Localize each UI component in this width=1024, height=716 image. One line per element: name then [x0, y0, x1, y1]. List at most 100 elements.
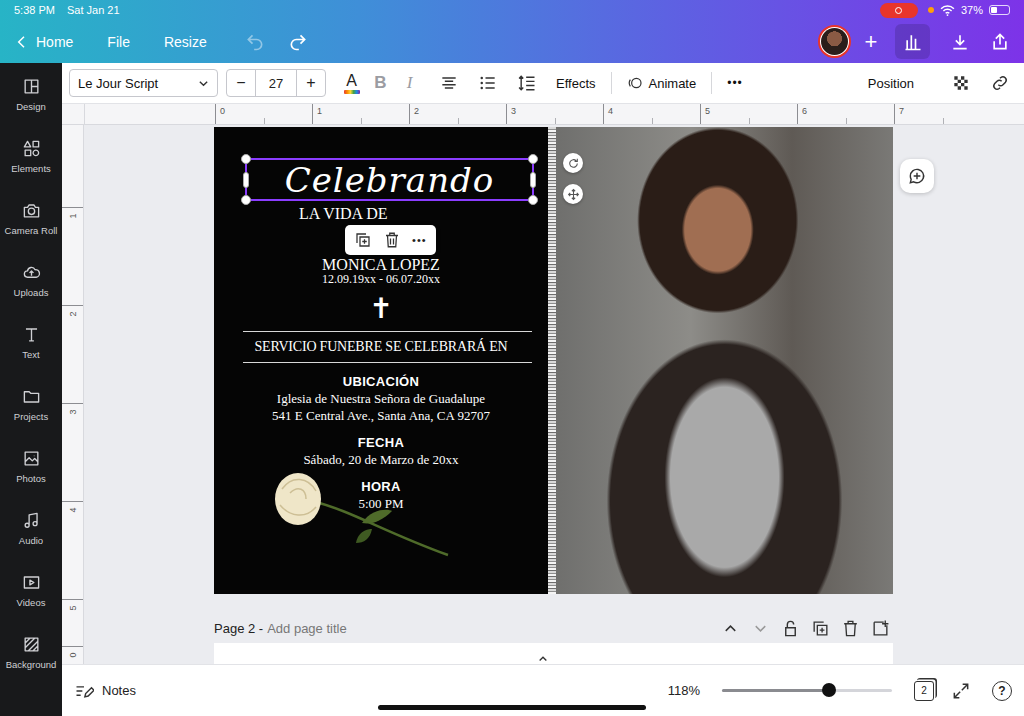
status-time: 5:38 PM — [14, 4, 55, 16]
animate-button[interactable]: Animate — [623, 75, 701, 91]
resize-handle[interactable] — [241, 195, 251, 205]
dates-text[interactable]: 12.09.19xx - 06.07.20xx — [322, 272, 440, 286]
sidebar-item[interactable]: Camera Roll — [0, 187, 62, 249]
transparency-checker-icon[interactable] — [947, 73, 975, 93]
mic-dot-icon — [928, 7, 934, 13]
pages-drawer-handle[interactable] — [513, 653, 573, 664]
rotate-handle[interactable] — [563, 153, 583, 173]
sidebar: DesignElementsCamera RollUploadsTextProj… — [0, 63, 62, 716]
lock-icon[interactable] — [780, 619, 801, 638]
user-avatar[interactable] — [818, 25, 851, 58]
ruler-mark: 3 — [506, 104, 603, 124]
bold-button[interactable]: B — [366, 69, 395, 97]
font-dropdown[interactable]: Le Jour Script — [69, 69, 218, 97]
bullet-list-icon[interactable] — [474, 73, 502, 93]
chevron-down-icon[interactable] — [750, 619, 771, 638]
zoom-value[interactable]: 118% — [668, 683, 700, 698]
italic-button[interactable]: I — [395, 69, 424, 97]
nav-bar: Home File Resize + — [0, 20, 1024, 63]
portrait-photo[interactable] — [556, 127, 893, 594]
share-icon[interactable] — [990, 32, 1010, 52]
move-handle[interactable] — [563, 184, 583, 204]
context-more-button[interactable]: ••• — [412, 234, 427, 246]
heading-text[interactable]: Celebrando — [245, 158, 534, 201]
help-button[interactable]: ? — [992, 681, 1012, 701]
undo-icon[interactable] — [245, 32, 265, 52]
divider-line — [243, 362, 532, 363]
sidebar-item[interactable]: Design — [0, 63, 62, 125]
more-options-button[interactable]: ••• — [723, 76, 747, 90]
resize-handle[interactable] — [530, 172, 536, 188]
effects-button[interactable]: Effects — [552, 76, 600, 91]
detail-block[interactable]: UBICACIÓNIglesia de Nuestra Señora de Gu… — [272, 374, 490, 424]
notes-pencil-icon — [74, 681, 94, 701]
menu-button[interactable]: File — [107, 34, 130, 50]
hatch-pattern-icon — [22, 635, 41, 654]
add-page-icon[interactable] — [870, 619, 891, 638]
recording-indicator-icon — [880, 3, 918, 18]
ruler-mark: 6 — [797, 104, 894, 124]
sidebar-item[interactable]: Videos — [0, 559, 62, 621]
home-button[interactable]: Home — [14, 34, 73, 50]
position-button[interactable]: Position — [864, 76, 918, 91]
wifi-icon — [940, 5, 955, 16]
menu-button[interactable]: Resize — [164, 34, 207, 50]
ruler-mark: 0 — [215, 104, 312, 124]
sidebar-item[interactable]: Projects — [0, 373, 62, 435]
sidebar-item[interactable]: Uploads — [0, 249, 62, 311]
zoom-slider[interactable] — [722, 689, 892, 692]
duplicate-page-icon[interactable] — [810, 619, 831, 638]
link-icon[interactable] — [986, 73, 1014, 93]
resize-handle[interactable] — [241, 154, 251, 164]
font-size-control: −27+ — [226, 69, 326, 97]
cross-text[interactable]: ✝ — [369, 294, 392, 324]
name-text[interactable]: MONICA LOPEZ — [322, 256, 440, 274]
move-arrows-icon — [567, 188, 580, 201]
decrease-size-button[interactable]: − — [227, 70, 255, 96]
page-title-input[interactable]: Add page title — [267, 621, 347, 636]
battery-percent: 37% — [961, 4, 983, 16]
cloud-upload-icon — [22, 263, 41, 282]
download-icon[interactable] — [950, 32, 970, 52]
service-text[interactable]: SERVICIO FUNEBRE SE CELEBRARÁ EN — [254, 337, 507, 357]
ruler-mark: 2 — [62, 305, 83, 403]
add-collaborator-button[interactable]: + — [861, 29, 881, 55]
sidebar-item[interactable]: Audio — [0, 497, 62, 559]
page-count-button[interactable]: 2 — [914, 681, 934, 701]
resize-handle[interactable] — [528, 154, 538, 164]
align-center-icon[interactable] — [435, 73, 463, 93]
trash-icon[interactable] — [383, 231, 401, 249]
duplicate-icon[interactable] — [354, 231, 372, 249]
line-spacing-icon[interactable] — [513, 73, 541, 93]
text-color-button[interactable]: A — [337, 69, 366, 97]
delete-page-icon[interactable] — [840, 619, 861, 638]
resize-handle[interactable] — [243, 172, 249, 188]
slider-thumb[interactable] — [822, 683, 836, 697]
fullscreen-icon[interactable] — [951, 681, 971, 701]
comment-button[interactable] — [900, 159, 934, 193]
video-icon — [22, 573, 41, 592]
chevron-up-icon — [533, 653, 553, 663]
font-size-input[interactable]: 27 — [255, 70, 297, 96]
ruler-mark: 1 — [62, 207, 83, 305]
insights-button[interactable] — [895, 24, 930, 59]
chevron-up-icon[interactable] — [720, 619, 741, 638]
detail-block[interactable]: HORA5:00 PM — [358, 479, 403, 512]
folder-icon — [22, 387, 41, 406]
music-note-icon — [22, 511, 41, 530]
context-menu: ••• — [345, 225, 436, 255]
sidebar-item[interactable]: Elements — [0, 125, 62, 187]
status-bar: 5:38 PMSat Jan 2137% — [0, 0, 1024, 20]
sidebar-item[interactable]: Photos — [0, 435, 62, 497]
redo-icon[interactable] — [288, 32, 308, 52]
increase-size-button[interactable]: + — [297, 70, 325, 96]
detail-block[interactable]: FECHASábado, 20 de Marzo de 20xx — [303, 435, 458, 468]
notes-button[interactable]: Notes — [74, 681, 136, 701]
resize-handle[interactable] — [528, 195, 538, 205]
chevron-left-icon — [14, 34, 30, 50]
sidebar-item[interactable]: Background — [0, 621, 62, 683]
ruler-mark: 5 — [62, 599, 83, 646]
subheading-text[interactable]: LA VIDA DE — [299, 204, 388, 224]
sidebar-item[interactable]: Text — [0, 311, 62, 373]
text-t-icon — [22, 325, 41, 344]
